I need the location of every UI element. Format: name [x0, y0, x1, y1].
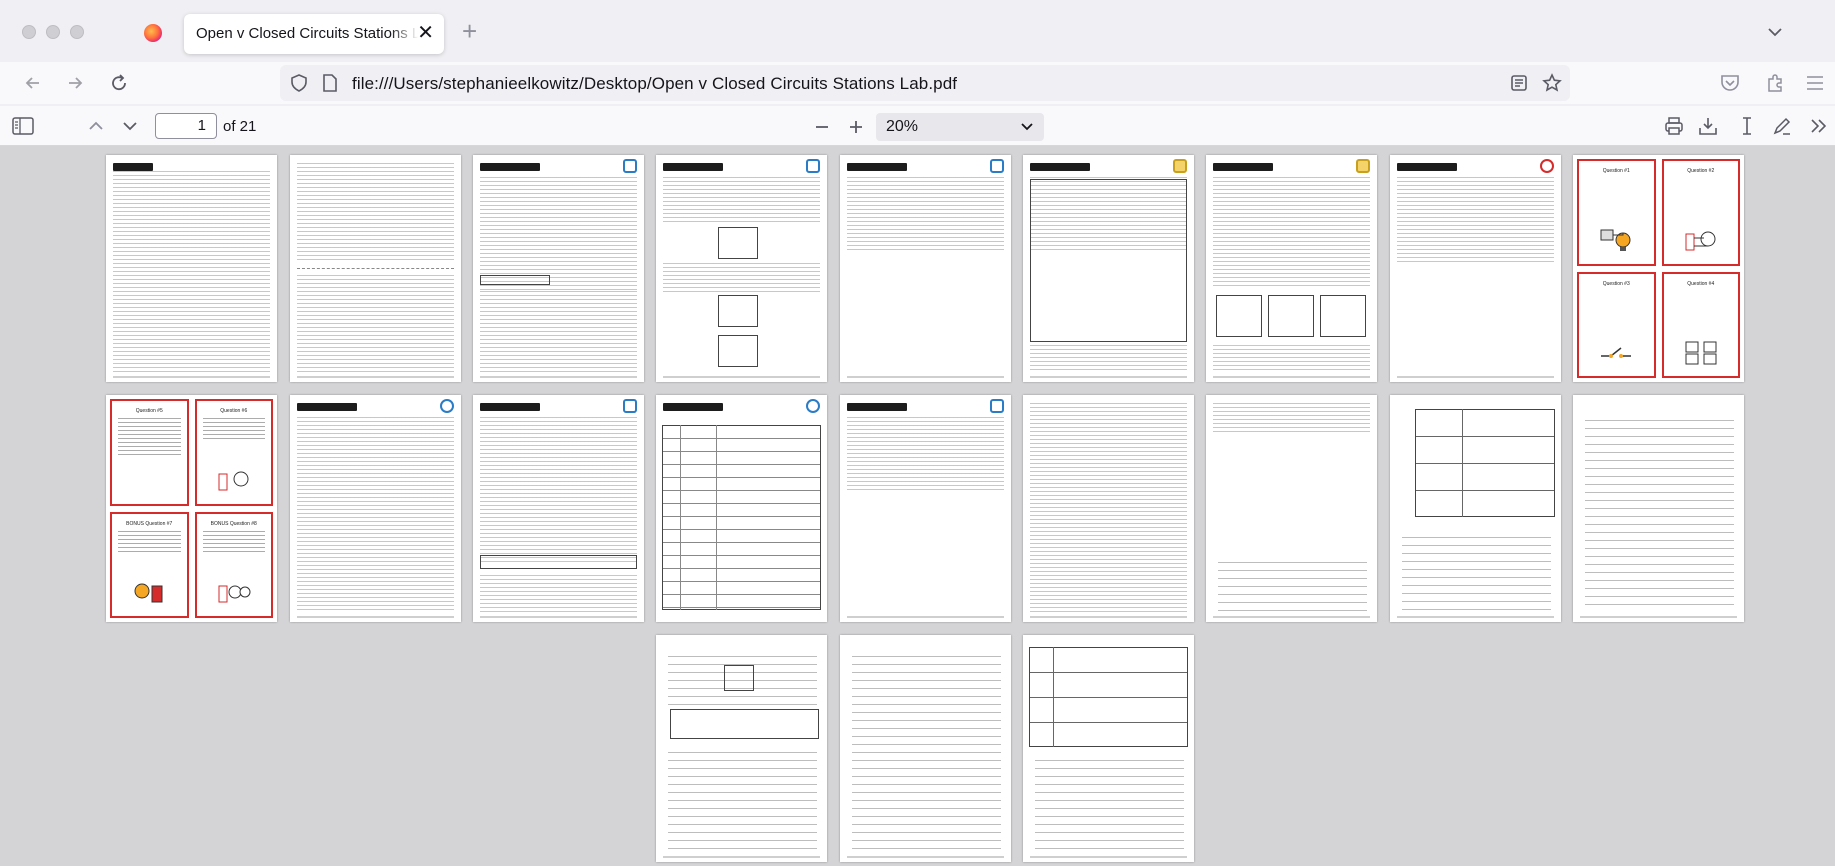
reload-button[interactable]: [106, 70, 132, 96]
task-card: Question #5: [110, 399, 189, 506]
maximize-window-button[interactable]: [70, 25, 84, 39]
pdf-page[interactable]: [106, 155, 277, 382]
extensions-icon[interactable]: [1765, 73, 1785, 93]
pdf-page[interactable]: [1023, 395, 1194, 622]
save-icon[interactable]: [1698, 116, 1718, 136]
task-card: Question #3: [1577, 271, 1656, 378]
zoom-out-icon[interactable]: [814, 119, 830, 135]
pdf-page[interactable]: [1206, 155, 1377, 382]
pdf-page[interactable]: [1390, 395, 1561, 622]
list-all-tabs-icon[interactable]: [1765, 22, 1785, 42]
lightbulb-battery-icon: [1685, 231, 1716, 250]
tab-active[interactable]: Open v Closed Circuits Stations Lab.pdf …: [184, 14, 444, 54]
lightbulb-battery-icon: [134, 583, 163, 603]
minimize-window-button[interactable]: [46, 25, 60, 39]
close-window-button[interactable]: [22, 25, 36, 39]
card-title: BONUS Question #8: [210, 520, 257, 527]
pdf-page[interactable]: [840, 635, 1011, 862]
card-title: BONUS Question #7: [126, 520, 173, 527]
lightbulb-battery-icon: [1600, 229, 1631, 251]
pdf-page[interactable]: [840, 395, 1011, 622]
new-tab-button[interactable]: +: [462, 17, 477, 45]
reader-view-icon[interactable]: [1510, 74, 1528, 92]
pdf-page-task-cards[interactable]: Question #1 Question #2 Question #3 Ques…: [1573, 155, 1744, 382]
tab-bar: Open v Closed Circuits Stations Lab.pdf …: [0, 0, 1835, 66]
pdf-page[interactable]: [473, 395, 644, 622]
page-file-icon[interactable]: [322, 74, 338, 92]
lightbulb-battery-icon: [218, 471, 249, 490]
url-text: file:///Users/stephanieelkowitz/Desktop/…: [352, 74, 958, 93]
previous-page-icon[interactable]: [88, 118, 104, 134]
draw-tool-icon[interactable]: [1772, 116, 1792, 136]
firefox-view-icon[interactable]: [144, 24, 162, 42]
tab-close-button[interactable]: ✕: [417, 22, 434, 44]
page-number-input[interactable]: 1: [155, 113, 217, 139]
zoom-select[interactable]: 20%: [876, 113, 1044, 141]
zoom-value: 20%: [886, 118, 919, 135]
reload-icon: [112, 74, 126, 91]
pdf-page[interactable]: [290, 395, 461, 622]
pdf-page[interactable]: [656, 155, 827, 382]
task-card: BONUS Question #7: [110, 511, 189, 618]
card-title: Question #5: [135, 408, 163, 414]
zoom-in-icon[interactable]: [848, 119, 864, 135]
pocket-icon[interactable]: [1720, 74, 1740, 92]
card-title: Question #4: [1687, 280, 1715, 287]
arrow-right-icon: [69, 77, 83, 89]
lightbulb-battery-icon: [218, 585, 251, 603]
task-card: Question #2: [1661, 159, 1740, 266]
print-icon[interactable]: [1664, 116, 1684, 136]
url-bar[interactable]: file:///Users/stephanieelkowitz/Desktop/…: [280, 65, 1570, 101]
card-title: Question #3: [1602, 280, 1630, 287]
chevron-down-icon: [1021, 123, 1033, 131]
switch-icon: [1601, 347, 1632, 358]
menu-icon[interactable]: [1806, 75, 1824, 91]
chevron-double-right-icon[interactable]: [1810, 118, 1828, 134]
pdf-viewer[interactable]: Question #1 Question #2 Question #3 Ques…: [0, 146, 1835, 866]
card-title: Question #6: [220, 408, 248, 414]
pdf-page[interactable]: [473, 155, 644, 382]
pdf-toolbar: 1 of 21 20%: [0, 106, 1835, 146]
pdf-page[interactable]: [1023, 635, 1194, 862]
pdf-page[interactable]: [656, 395, 827, 622]
pdf-page[interactable]: [1573, 395, 1744, 622]
pdf-page[interactable]: [840, 155, 1011, 382]
bookmark-star-icon[interactable]: [1542, 73, 1562, 93]
navigation-toolbar: file:///Users/stephanieelkowitz/Desktop/…: [0, 62, 1835, 104]
arrow-left-icon: [25, 77, 39, 89]
pdf-page[interactable]: [1023, 155, 1194, 382]
text-tool-icon[interactable]: [1740, 116, 1754, 136]
pdf-page[interactable]: [1390, 155, 1561, 382]
pdf-page[interactable]: [1206, 395, 1377, 622]
tab-title: Open v Closed Circuits Stations Lab.pdf: [196, 25, 418, 42]
task-card: Question #1: [1577, 159, 1656, 266]
pdf-page[interactable]: [656, 635, 827, 862]
task-card: Question #6: [194, 399, 273, 506]
pdf-page-task-cards[interactable]: Question #5 Question #6 BONUS Question #…: [106, 395, 277, 622]
circuit-diagrams-icon: [1685, 341, 1717, 365]
back-button[interactable]: [20, 70, 46, 96]
page-count-label: of 21: [223, 118, 257, 135]
forward-button[interactable]: [62, 70, 88, 96]
pdf-page[interactable]: [290, 155, 461, 382]
task-card: Question #4: [1661, 271, 1740, 378]
card-title: Question #1: [1602, 168, 1630, 174]
task-card: BONUS Question #8: [194, 511, 273, 618]
next-page-icon[interactable]: [122, 118, 138, 134]
shield-icon[interactable]: [290, 74, 308, 92]
card-title: Question #2: [1687, 168, 1715, 174]
sidebar-toggle-icon[interactable]: [12, 117, 34, 135]
